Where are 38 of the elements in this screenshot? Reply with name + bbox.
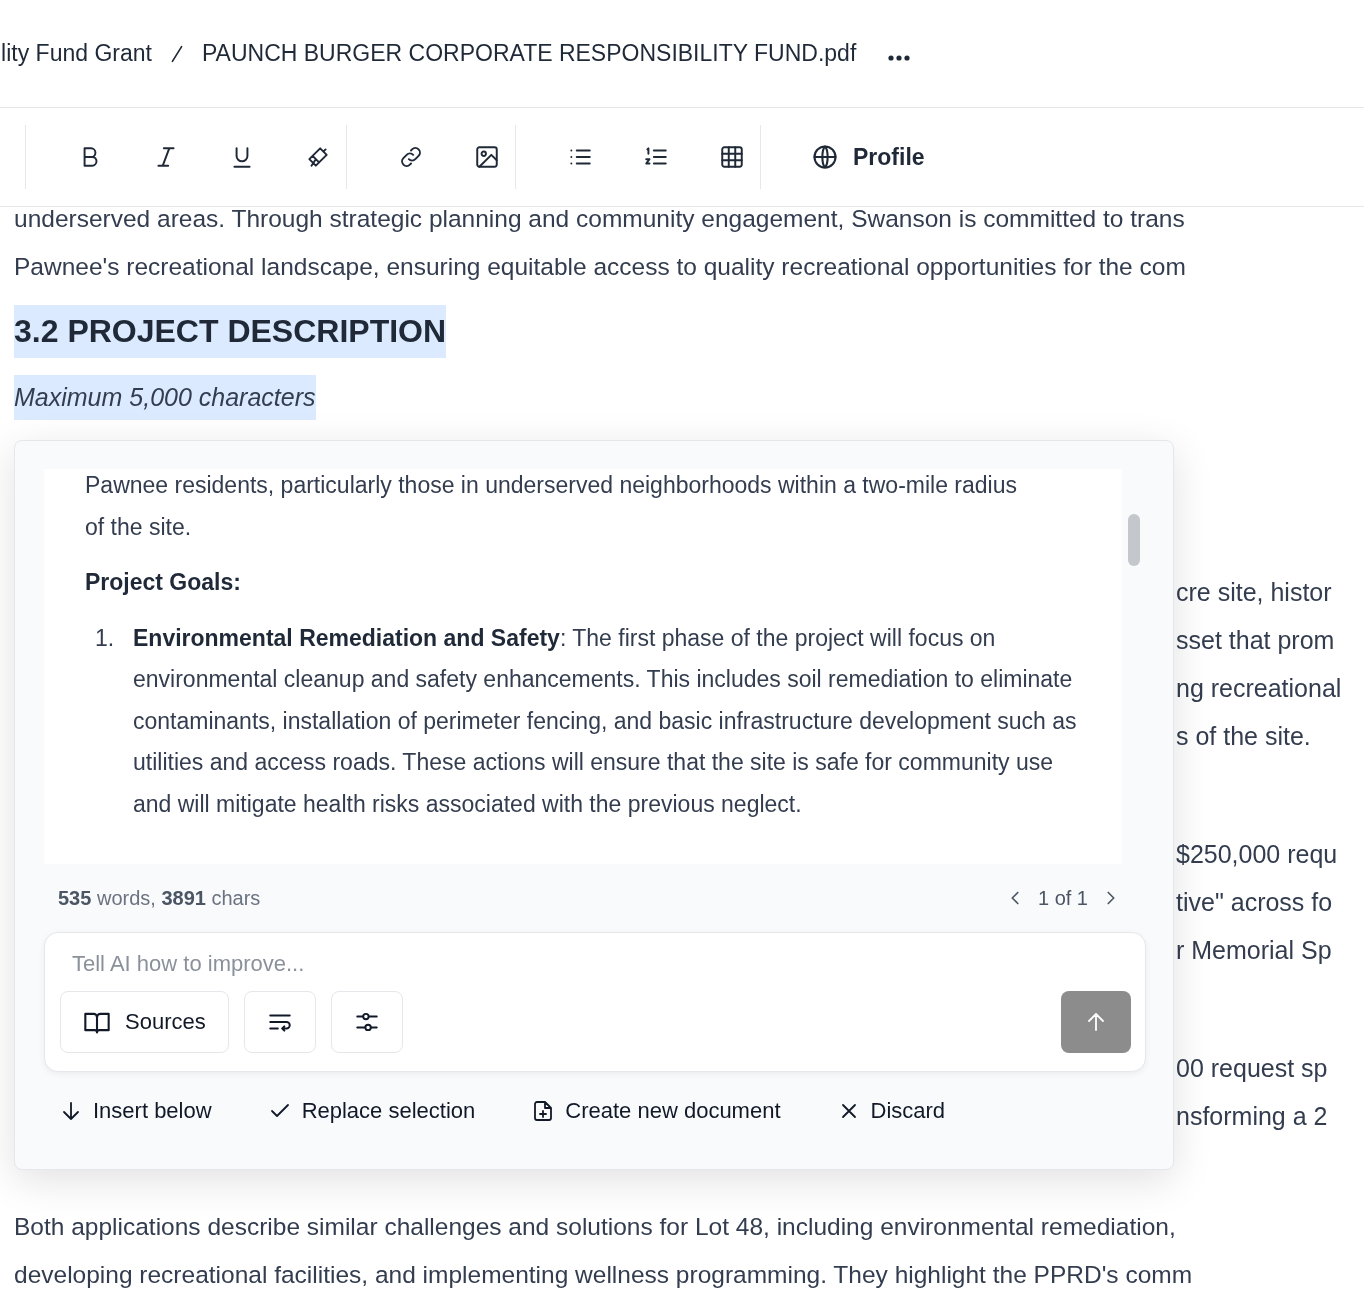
body-text-line: sset that prom bbox=[1176, 625, 1336, 656]
brush-icon bbox=[305, 144, 331, 170]
body-text-line: developing recreational facilities, and implementing wellness programming. They highlight the PPRD's comm bbox=[14, 1260, 1194, 1290]
body-text-line: 00 request sp bbox=[1176, 1053, 1329, 1084]
settings-button[interactable] bbox=[330, 991, 403, 1053]
word-count: 535 words, 3891 chars bbox=[58, 886, 261, 910]
body-text-line: r Memorial Sp bbox=[1176, 935, 1333, 966]
section-heading: 3.2 PROJECT DESCRIPTION bbox=[14, 305, 447, 358]
image-icon bbox=[474, 144, 500, 170]
scrollbar-thumb[interactable] bbox=[1128, 514, 1140, 566]
body-text-line: Both applications describe similar challenges and solutions for Lot 48, including environmental remediation, bbox=[14, 1212, 1177, 1242]
body-text-line: underserved areas. Through strategic planning and community engagement, Swanson is committed to trans bbox=[14, 204, 1186, 234]
section-hint: Maximum 5,000 characters bbox=[14, 375, 316, 420]
table-icon bbox=[719, 144, 745, 170]
list-item-text: Environmental Remediation and Safety: The first phase of the project will focus on environmental cleanup and safety enhancements. This includes soil remediation to eliminate contaminants, installation of perimeter fencing, and basic infrastructure development such as utilities and access roads. These actions will ensure that the site is safe for community use and will mitigate health risks associated with the previous neglect. bbox=[133, 623, 1078, 819]
document-title: PAUNCH BURGER CORPORATE RESPONSIBILITY FUND.pdf bbox=[201, 40, 857, 67]
page-indicator: 1 of 1 bbox=[1037, 886, 1088, 910]
body-text-line: $250,000 requ bbox=[1176, 839, 1339, 870]
action-button[interactable]: Create new document bbox=[531, 1092, 781, 1130]
body-text-line: cre site, histor bbox=[1176, 577, 1333, 608]
globe-icon bbox=[811, 143, 839, 171]
breadcrumb-link[interactable]: ility Fund Grant bbox=[0, 40, 152, 67]
draft-subheading: Project Goals: bbox=[85, 568, 242, 597]
list-number: 1. bbox=[94, 623, 116, 653]
action-button[interactable]: Insert below bbox=[59, 1092, 212, 1130]
wrap-text-button[interactable] bbox=[243, 991, 316, 1053]
body-text-line: nsforming a 2 bbox=[1176, 1101, 1329, 1132]
more-icon[interactable] bbox=[888, 55, 911, 61]
action-button[interactable]: Replace selection bbox=[267, 1092, 476, 1130]
profile-button[interactable]: Profile bbox=[811, 143, 925, 171]
draft-paragraph: Pawnee residents, particularly those in underserved neighborhoods within a two-mile radius of the site. bbox=[85, 471, 1018, 542]
body-text-line: ng recreational bbox=[1176, 673, 1343, 704]
body-text-line: tive" across fo bbox=[1176, 887, 1334, 918]
action-button[interactable]: Discard bbox=[836, 1092, 946, 1130]
body-text-line: Pawnee's recreational landscape, ensuring equitable access to quality recreational opportunities for the com bbox=[14, 252, 1187, 282]
body-text-line: s of the site. bbox=[1176, 721, 1312, 752]
sources-button[interactable]: Sources bbox=[60, 991, 229, 1053]
link-icon bbox=[398, 144, 424, 170]
